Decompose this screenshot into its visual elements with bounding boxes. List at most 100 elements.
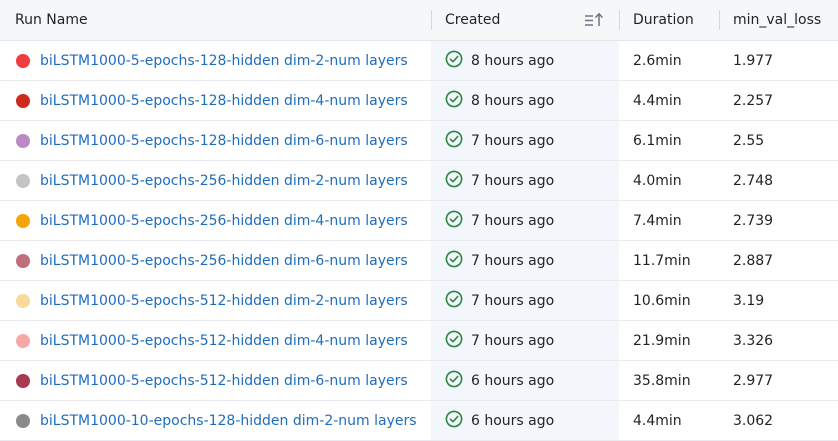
duration-cell: 6.1min <box>619 120 719 161</box>
run-name-cell: biLSTM1000-5-epochs-256-hidden dim-2-num… <box>0 160 431 201</box>
min-val-loss-text: 3.326 <box>733 332 774 349</box>
run-name-cell: biLSTM1000-5-epochs-512-hidden dim-6-num… <box>0 360 431 401</box>
created-cell: 7 hours ago <box>431 120 619 161</box>
created-cell: 7 hours ago <box>431 320 619 361</box>
min-val-loss-cell: 2.887 <box>719 240 838 281</box>
min-val-loss-text: 2.887 <box>733 252 774 269</box>
table-row[interactable]: biLSTM1000-10-epochs-128-hidden dim-2-nu… <box>0 400 838 441</box>
run-name-cell: biLSTM1000-10-epochs-128-hidden dim-2-nu… <box>0 400 431 441</box>
table-row[interactable]: biLSTM1000-5-epochs-256-hidden dim-6-num… <box>0 240 838 281</box>
table-row[interactable]: biLSTM1000-5-epochs-256-hidden dim-4-num… <box>0 200 838 241</box>
header-created-label: Created <box>445 12 501 28</box>
run-color-dot <box>16 53 30 68</box>
run-name-link[interactable]: biLSTM1000-5-epochs-512-hidden dim-2-num… <box>40 293 408 309</box>
table-row[interactable]: biLSTM1000-5-epochs-128-hidden dim-4-num… <box>0 80 838 121</box>
run-name-link[interactable]: biLSTM1000-10-epochs-128-hidden dim-2-nu… <box>40 413 417 429</box>
created-text: 7 hours ago <box>471 172 555 189</box>
table-body: biLSTM1000-5-epochs-128-hidden dim-2-num… <box>0 40 838 441</box>
header-row: Run Name Created Duration min_val_loss <box>0 0 838 41</box>
created-text: 7 hours ago <box>471 292 555 309</box>
min-val-loss-text: 3.062 <box>733 412 774 429</box>
check-circle-icon <box>445 290 471 312</box>
run-name-link[interactable]: biLSTM1000-5-epochs-256-hidden dim-6-num… <box>40 253 408 269</box>
created-text: 6 hours ago <box>471 412 555 429</box>
duration-cell: 4.4min <box>619 80 719 121</box>
min-val-loss-cell: 2.257 <box>719 80 838 121</box>
duration-cell: 21.9min <box>619 320 719 361</box>
min-val-loss-text: 1.977 <box>733 52 774 69</box>
run-name-link[interactable]: biLSTM1000-5-epochs-128-hidden dim-2-num… <box>40 53 408 69</box>
duration-cell: 7.4min <box>619 200 719 241</box>
run-color-dot <box>16 173 30 188</box>
table-row[interactable]: biLSTM1000-5-epochs-512-hidden dim-6-num… <box>0 360 838 401</box>
min-val-loss-cell: 3.062 <box>719 400 838 441</box>
min-val-loss-cell: 2.748 <box>719 160 838 201</box>
run-color-dot <box>16 133 30 148</box>
min-val-loss-cell: 3.19 <box>719 280 838 321</box>
duration-cell: 10.6min <box>619 280 719 321</box>
table-row[interactable]: biLSTM1000-5-epochs-128-hidden dim-6-num… <box>0 120 838 161</box>
check-circle-icon <box>445 250 471 272</box>
created-cell: 7 hours ago <box>431 200 619 241</box>
check-circle-icon <box>445 50 471 72</box>
duration-text: 11.7min <box>633 252 691 269</box>
created-cell: 8 hours ago <box>431 80 619 121</box>
table-row[interactable]: biLSTM1000-5-epochs-128-hidden dim-2-num… <box>0 40 838 81</box>
run-color-dot <box>16 333 30 348</box>
run-color-dot <box>16 213 30 228</box>
min-val-loss-cell: 2.977 <box>719 360 838 401</box>
created-text: 7 hours ago <box>471 212 555 229</box>
run-color-dot <box>16 253 30 268</box>
created-cell: 7 hours ago <box>431 240 619 281</box>
min-val-loss-text: 2.977 <box>733 372 774 389</box>
created-text: 6 hours ago <box>471 372 555 389</box>
check-circle-icon <box>445 410 471 432</box>
run-name-link[interactable]: biLSTM1000-5-epochs-512-hidden dim-6-num… <box>40 373 408 389</box>
min-val-loss-text: 2.748 <box>733 172 774 189</box>
duration-cell: 11.7min <box>619 240 719 281</box>
sort-ascending-icon[interactable] <box>584 11 604 29</box>
duration-cell: 35.8min <box>619 360 719 401</box>
created-cell: 7 hours ago <box>431 160 619 201</box>
duration-text: 2.6min <box>633 52 682 69</box>
min-val-loss-text: 2.739 <box>733 212 774 229</box>
created-text: 7 hours ago <box>471 252 555 269</box>
run-name-cell: biLSTM1000-5-epochs-256-hidden dim-6-num… <box>0 240 431 281</box>
duration-text: 4.4min <box>633 412 682 429</box>
check-circle-icon <box>445 90 471 112</box>
run-color-dot <box>16 93 30 108</box>
header-run-name-label: Run Name <box>15 12 88 28</box>
min-val-loss-text: 2.257 <box>733 92 774 109</box>
header-duration-label: Duration <box>633 12 694 28</box>
duration-cell: 4.4min <box>619 400 719 441</box>
header-created[interactable]: Created <box>431 0 619 41</box>
check-circle-icon <box>445 370 471 392</box>
min-val-loss-cell: 3.326 <box>719 320 838 361</box>
check-circle-icon <box>445 170 471 192</box>
run-name-cell: biLSTM1000-5-epochs-128-hidden dim-2-num… <box>0 40 431 81</box>
table-row[interactable]: biLSTM1000-5-epochs-512-hidden dim-4-num… <box>0 320 838 361</box>
table-row[interactable]: biLSTM1000-5-epochs-256-hidden dim-2-num… <box>0 160 838 201</box>
run-color-dot <box>16 413 30 428</box>
run-name-link[interactable]: biLSTM1000-5-epochs-128-hidden dim-4-num… <box>40 93 408 109</box>
run-name-link[interactable]: biLSTM1000-5-epochs-512-hidden dim-4-num… <box>40 333 408 349</box>
duration-text: 21.9min <box>633 332 691 349</box>
run-name-link[interactable]: biLSTM1000-5-epochs-256-hidden dim-4-num… <box>40 213 408 229</box>
run-name-cell: biLSTM1000-5-epochs-512-hidden dim-2-num… <box>0 280 431 321</box>
duration-text: 4.0min <box>633 172 682 189</box>
run-name-cell: biLSTM1000-5-epochs-256-hidden dim-4-num… <box>0 200 431 241</box>
header-min-val-loss[interactable]: min_val_loss <box>719 0 838 41</box>
created-text: 8 hours ago <box>471 52 555 69</box>
header-run-name[interactable]: Run Name <box>0 0 431 41</box>
table-row[interactable]: biLSTM1000-5-epochs-512-hidden dim-2-num… <box>0 280 838 321</box>
run-name-cell: biLSTM1000-5-epochs-512-hidden dim-4-num… <box>0 320 431 361</box>
run-name-link[interactable]: biLSTM1000-5-epochs-128-hidden dim-6-num… <box>40 133 408 149</box>
created-cell: 6 hours ago <box>431 360 619 401</box>
run-name-link[interactable]: biLSTM1000-5-epochs-256-hidden dim-2-num… <box>40 173 408 189</box>
table-header: Run Name Created Duration min_val_loss <box>0 0 838 41</box>
header-duration[interactable]: Duration <box>619 0 719 41</box>
run-name-cell: biLSTM1000-5-epochs-128-hidden dim-4-num… <box>0 80 431 121</box>
run-name-cell: biLSTM1000-5-epochs-128-hidden dim-6-num… <box>0 120 431 161</box>
check-circle-icon <box>445 210 471 232</box>
created-cell: 6 hours ago <box>431 400 619 441</box>
